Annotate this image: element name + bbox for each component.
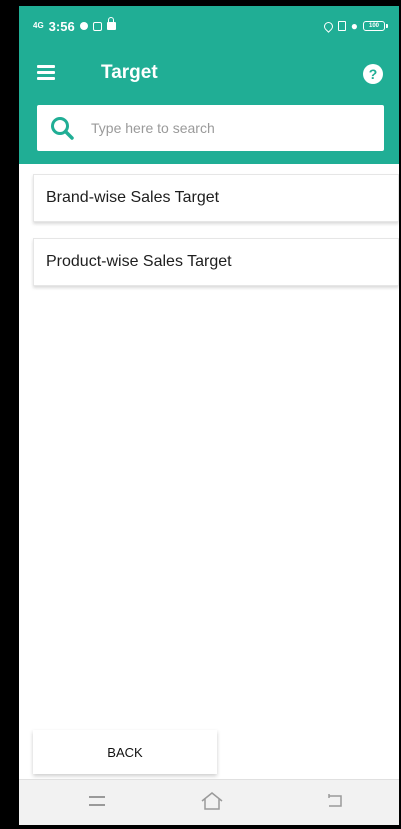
nav-line bbox=[89, 804, 105, 806]
list-item-brand-wise-sales-target[interactable]: Brand-wise Sales Target bbox=[33, 174, 399, 222]
home-icon[interactable] bbox=[199, 790, 225, 812]
gallery-notification-icon bbox=[92, 21, 102, 31]
recent-apps-icon[interactable] bbox=[89, 796, 105, 806]
menu-line bbox=[37, 65, 55, 68]
status-right: ● 100 bbox=[321, 19, 388, 33]
search-input[interactable] bbox=[89, 119, 363, 137]
back-button[interactable]: BACK bbox=[33, 730, 217, 774]
battery-icon: 100 bbox=[363, 21, 388, 31]
app-bar: Target ? bbox=[19, 46, 399, 102]
menu-line bbox=[37, 71, 55, 74]
status-time: 3:56 bbox=[48, 18, 75, 34]
back-nav-icon[interactable] bbox=[325, 792, 347, 810]
search-band bbox=[19, 102, 399, 164]
status-bar: 4G 3:56 ● 100 bbox=[19, 6, 399, 46]
search-box[interactable] bbox=[37, 105, 384, 151]
battery-level: 100 bbox=[368, 23, 379, 29]
list-item-label: Brand-wise Sales Target bbox=[46, 189, 220, 206]
list-item-product-wise-sales-target[interactable]: Product-wise Sales Target bbox=[33, 238, 399, 286]
app-screen: 4G 3:56 ● 100 Target ? Type here to sear… bbox=[19, 6, 399, 825]
system-nav-bar bbox=[19, 779, 399, 825]
menu-line bbox=[37, 77, 55, 80]
no-sim-icon bbox=[337, 21, 346, 31]
notification-dot-icon bbox=[79, 22, 88, 30]
list-item-label: Product-wise Sales Target bbox=[46, 253, 232, 270]
network-type: 4G bbox=[33, 21, 44, 30]
help-question-icon[interactable]: ? bbox=[363, 64, 383, 84]
search-icon bbox=[51, 117, 74, 140]
wifi-icon: ● bbox=[350, 19, 358, 33]
status-left: 4G 3:56 bbox=[33, 17, 116, 34]
nav-line bbox=[89, 796, 105, 798]
hamburger-menu-icon[interactable] bbox=[37, 65, 55, 80]
page-title: Target bbox=[101, 62, 158, 83]
target-list: Brand-wise Sales Target Product-wise Sal… bbox=[33, 174, 399, 302]
lock-icon bbox=[106, 17, 116, 30]
location-icon bbox=[321, 19, 335, 33]
